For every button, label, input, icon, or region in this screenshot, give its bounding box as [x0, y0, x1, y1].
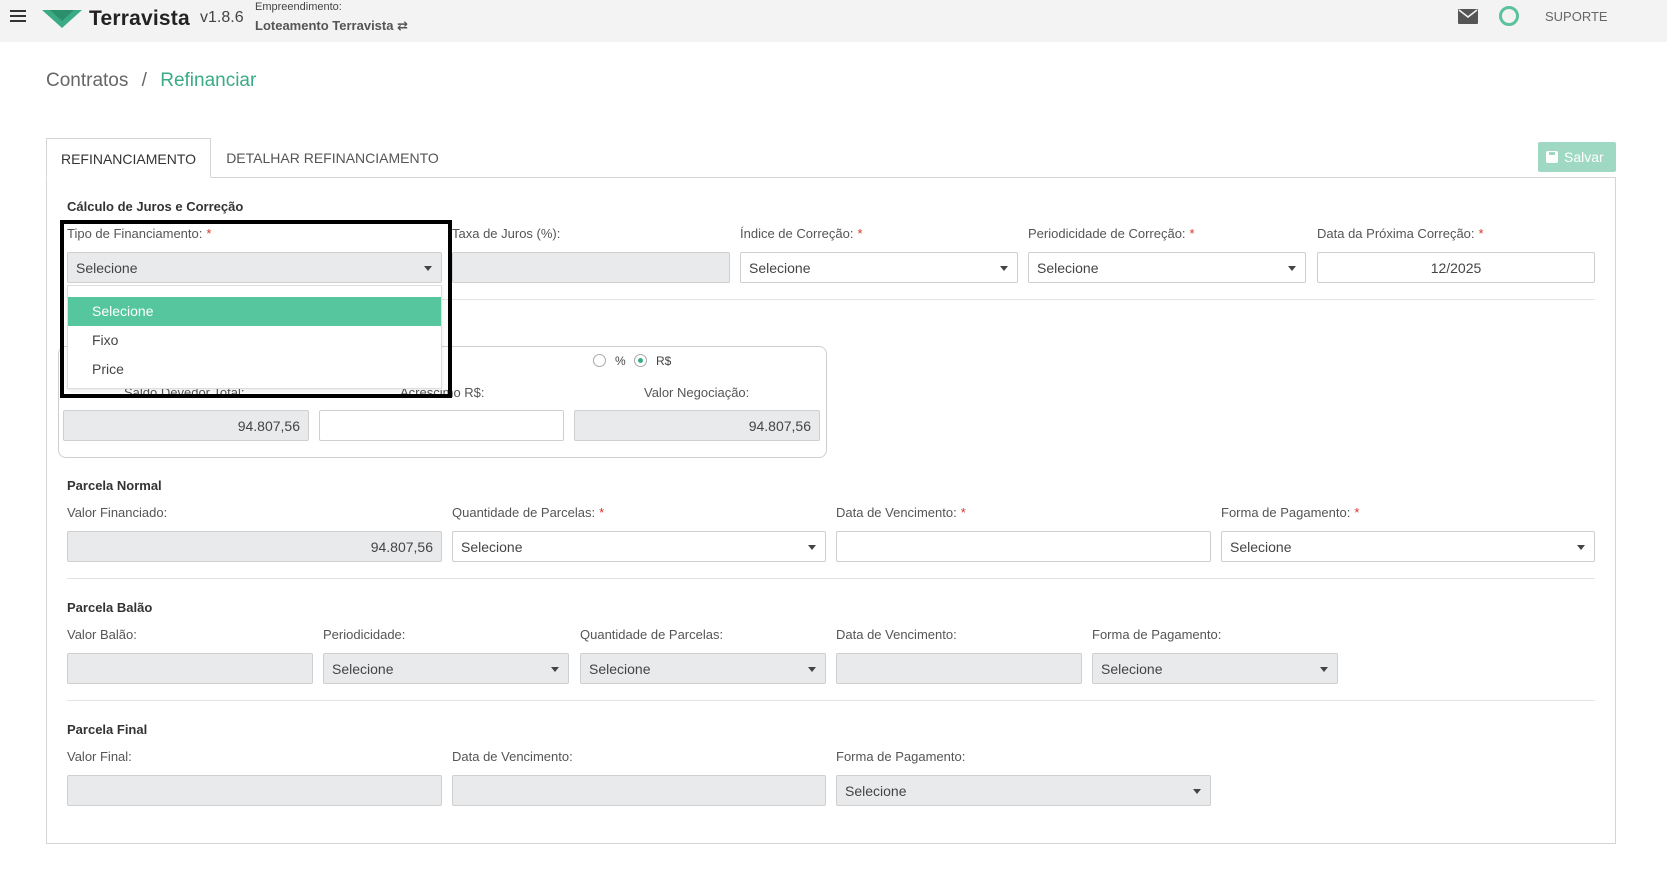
valor-financiado-label: Valor Financiado:	[67, 505, 168, 520]
forma-pagamento-select[interactable]: Selecione	[1221, 531, 1595, 562]
valor-final-input[interactable]	[67, 775, 442, 806]
periodicidade-correcao-label: Periodicidade de Correção: *	[1028, 226, 1195, 241]
chevron-down-icon	[808, 667, 816, 672]
quantidade-parcelas-label: Quantidade de Parcelas: *	[452, 505, 605, 520]
chevron-down-icon	[1288, 266, 1296, 271]
brand-name: Terravista	[89, 7, 190, 30]
data-proxima-correcao-label: Data da Próxima Correção: *	[1317, 226, 1484, 241]
balao-vencimento-input[interactable]	[836, 653, 1082, 684]
acrescimo-input[interactable]	[319, 410, 564, 441]
divider	[67, 700, 1595, 701]
forma-pagamento-label: Forma de Pagamento: *	[1221, 505, 1360, 520]
divider	[67, 578, 1595, 579]
final-vencimento-input[interactable]	[452, 775, 826, 806]
chevron-down-icon	[551, 667, 559, 672]
top-bar: Terravista v1.8.6 Empreendimento: Loteam…	[0, 0, 1667, 42]
highlight-box	[60, 220, 452, 398]
data-vencimento-input[interactable]	[836, 531, 1211, 562]
valor-balao-input[interactable]	[67, 653, 313, 684]
quantidade-parcelas-select[interactable]: Selecione	[452, 531, 826, 562]
saldo-devedor-input: 94.807,56	[63, 410, 309, 441]
section-title-parcela-final: Parcela Final	[67, 722, 148, 737]
empreendimento-switch[interactable]: Loteamento Terravista ⇄	[255, 18, 408, 34]
valor-negociacao-input: 94.807,56	[574, 410, 820, 441]
balao-forma-select[interactable]: Selecione	[1092, 653, 1338, 684]
status-circle-icon[interactable]	[1499, 6, 1519, 26]
chevron-down-icon	[1193, 789, 1201, 794]
balao-forma-label: Forma de Pagamento:	[1092, 627, 1222, 642]
valor-negociacao-label: Valor Negociação:	[644, 385, 750, 400]
terravista-logo	[42, 10, 82, 28]
valor-balao-label: Valor Balão:	[67, 627, 137, 642]
save-icon	[1546, 151, 1558, 163]
taxa-juros-label: Taxa de Juros (%):	[452, 226, 561, 241]
final-forma-select[interactable]: Selecione	[836, 775, 1211, 806]
data-proxima-correcao-input[interactable]: 12/2025	[1317, 252, 1595, 283]
indice-correcao-select[interactable]: Selecione	[740, 252, 1018, 283]
taxa-juros-input[interactable]	[452, 252, 730, 283]
indice-correcao-label: Índice de Correção: *	[740, 226, 863, 241]
chevron-down-icon	[1000, 266, 1008, 271]
periodicidade-label: Periodicidade:	[323, 627, 406, 642]
mail-icon[interactable]	[1458, 9, 1478, 24]
final-forma-label: Forma de Pagamento:	[836, 749, 966, 764]
balao-vencimento-label: Data de Vencimento:	[836, 627, 957, 642]
periodicidade-select[interactable]: Selecione	[323, 653, 569, 684]
app-root: { "header": { "brand": "Terravista", "ve…	[0, 0, 1667, 876]
menu-icon[interactable]	[10, 8, 26, 22]
tab-refinanciamento[interactable]: REFINANCIAMENTO	[46, 138, 211, 178]
valor-final-label: Valor Final:	[67, 749, 132, 764]
empreendimento-label: Empreendimento:	[255, 1, 342, 13]
section-title-parcela-normal: Parcela Normal	[67, 478, 162, 493]
breadcrumb: Contratos / Refinanciar	[46, 70, 256, 92]
breadcrumb-contratos[interactable]: Contratos	[46, 70, 128, 91]
chevron-down-icon	[1320, 667, 1328, 672]
balao-quantidade-select[interactable]: Selecione	[580, 653, 826, 684]
radio-percent[interactable]	[593, 354, 606, 367]
save-button[interactable]: Salvar	[1538, 142, 1616, 172]
radio-real[interactable]	[634, 354, 647, 367]
radio-percent-label: %	[615, 354, 626, 368]
chevron-down-icon	[808, 545, 816, 550]
breadcrumb-separator: /	[141, 70, 147, 91]
section-title-calculo: Cálculo de Juros e Correção	[67, 199, 244, 214]
app-version: v1.8.6	[200, 9, 244, 26]
periodicidade-correcao-select[interactable]: Selecione	[1028, 252, 1306, 283]
final-vencimento-label: Data de Vencimento:	[452, 749, 573, 764]
valor-financiado-input: 94.807,56	[67, 531, 442, 562]
data-vencimento-label: Data de Vencimento: *	[836, 505, 966, 520]
radio-real-label: R$	[656, 354, 672, 368]
tab-detalhar-refinanciamento[interactable]: DETALHAR REFINANCIAMENTO	[215, 138, 450, 178]
support-link[interactable]: SUPORTE	[1545, 9, 1608, 24]
balao-quantidade-label: Quantidade de Parcelas:	[580, 627, 724, 642]
breadcrumb-current: Refinanciar	[160, 70, 257, 91]
section-title-parcela-balao: Parcela Balão	[67, 600, 153, 615]
save-button-label: Salvar	[1564, 149, 1604, 165]
chevron-down-icon	[1577, 545, 1585, 550]
